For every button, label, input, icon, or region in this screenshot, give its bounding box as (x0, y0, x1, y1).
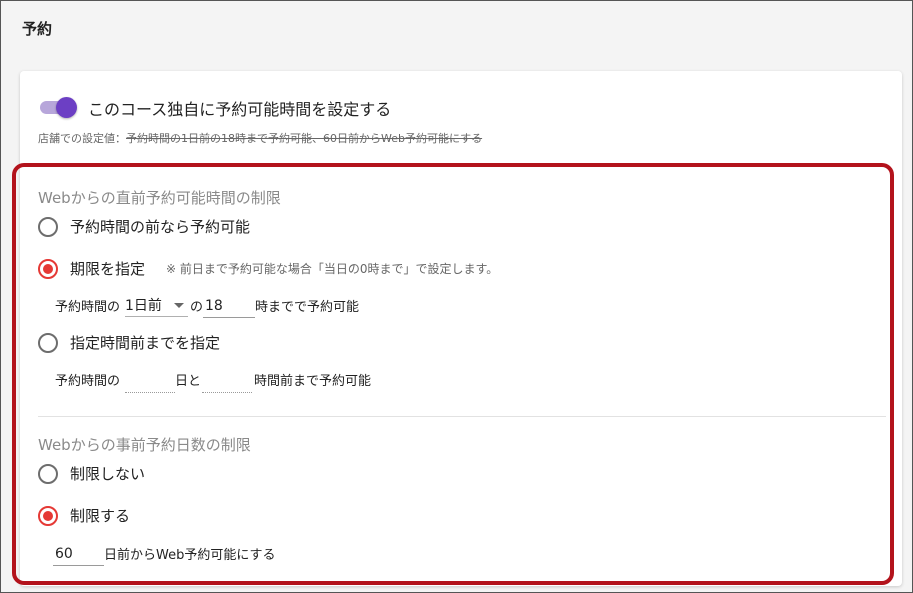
deadline-suffix: 時までで予約可能 (255, 300, 360, 315)
section-title: 予約 (22, 20, 53, 38)
deadline-label-anytime[interactable]: 予約時間の前なら予約可能 (70, 216, 250, 237)
toggle-thumb (56, 97, 77, 118)
custom-time-toggle-label[interactable]: このコース独自に予約可能時間を設定する (88, 96, 391, 120)
deadline-label-specify[interactable]: 期限を指定 (70, 258, 145, 279)
deadline-radio-before[interactable] (38, 333, 58, 353)
advance-radio-none[interactable] (38, 464, 58, 484)
deadline-hour-input[interactable] (203, 294, 255, 318)
deadline-day-select[interactable]: 1日前 (125, 295, 188, 317)
advance-days-suffix: 日前からWeb予約可能にする (104, 548, 276, 563)
advance-radio-limit[interactable] (38, 506, 58, 526)
deadline-label-before[interactable]: 指定時間前までを指定 (70, 332, 220, 353)
before-prefix: 予約時間の (55, 374, 121, 389)
deadline-prefix: 予約時間の (55, 300, 121, 315)
advance-label-none[interactable]: 制限しない (70, 463, 145, 484)
chevron-down-icon (174, 303, 184, 308)
deadline-hour-prefix: の (190, 300, 204, 315)
deadline-hint: ※ 前日まで予約可能な場合「当日の0時まで」で設定します。 (166, 262, 499, 276)
deadline-radio-specify[interactable] (38, 259, 58, 279)
advance-days-input[interactable] (53, 542, 104, 566)
settings-card (20, 71, 902, 586)
store-default-value: 予約時間の1日前の18時まで予約可能、60日前からWeb予約可能にする (126, 132, 483, 145)
before-days-input[interactable] (125, 369, 175, 393)
group-divider (38, 416, 886, 417)
deadline-day-value: 1日前 (125, 298, 162, 314)
custom-time-toggle[interactable] (38, 96, 78, 118)
deadline-heading: Webからの直前予約可能時間の制限 (38, 189, 281, 207)
deadline-radio-anytime[interactable] (38, 217, 58, 237)
store-default-prefix: 店舗での設定値： (38, 132, 126, 145)
store-default-note: 店舗での設定値：予約時間の1日前の18時まで予約可能、60日前からWeb予約可能… (38, 130, 482, 146)
advance-heading: Webからの事前予約日数の制限 (38, 436, 251, 454)
before-hours-input[interactable] (202, 369, 252, 393)
advance-label-limit[interactable]: 制限する (70, 505, 130, 526)
before-suffix: 時間前まで予約可能 (254, 374, 372, 389)
before-days-unit: 日と (175, 374, 202, 389)
